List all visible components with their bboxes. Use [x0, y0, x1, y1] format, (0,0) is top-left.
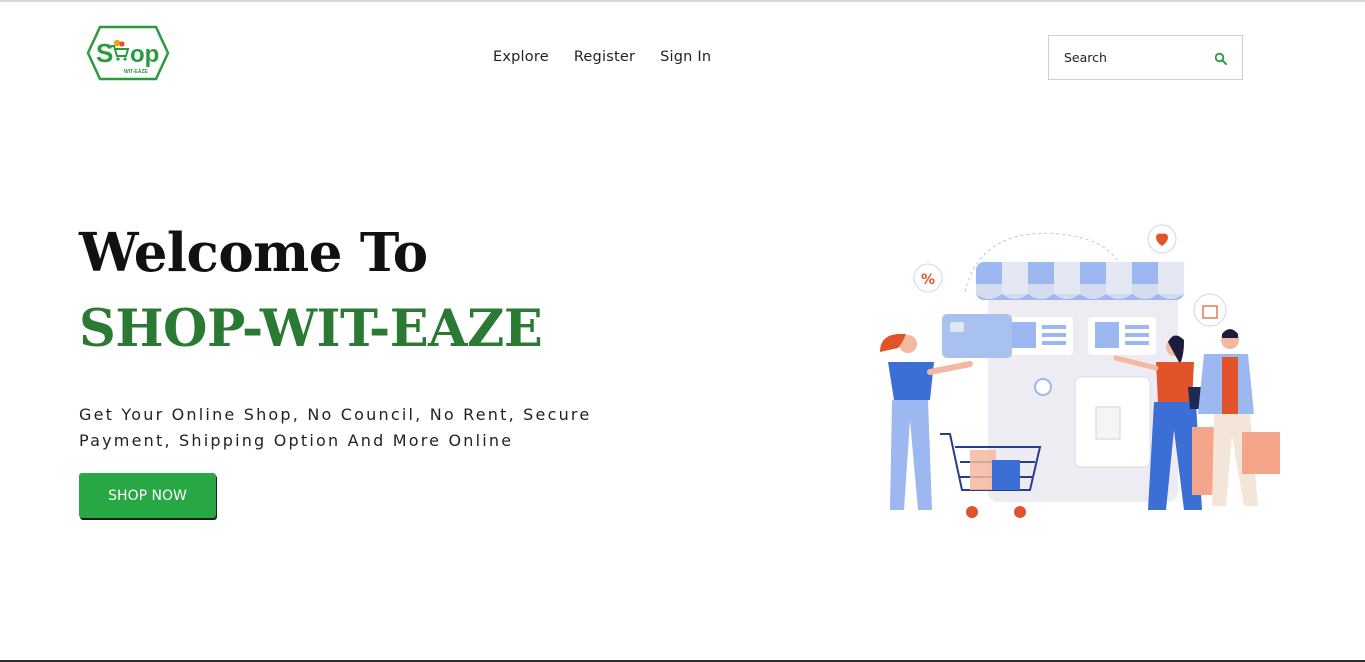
svg-text:S: S: [96, 38, 113, 68]
hero-heading: Welcome To: [79, 222, 428, 284]
nav-signin-link[interactable]: Sign In: [660, 49, 711, 65]
search-input[interactable]: [1064, 50, 1214, 65]
svg-text:op: op: [130, 41, 159, 68]
hero-brand-heading: SHOP-WIT-EAZE: [79, 299, 543, 359]
shop-logo[interactable]: S op WIT-EAZE: [86, 24, 170, 82]
top-border: [0, 0, 1365, 2]
shop-now-button[interactable]: SHOP NOW: [79, 473, 216, 518]
nav-register-link[interactable]: Register: [574, 49, 635, 65]
nav-explore-link[interactable]: Explore: [493, 49, 549, 65]
logo-graphic: S op WIT-EAZE: [86, 25, 170, 81]
search-box: [1048, 35, 1243, 80]
svg-text:WIT-EAZE: WIT-EAZE: [124, 69, 149, 75]
search-icon[interactable]: [1214, 51, 1228, 65]
shopping-illustration: %: [870, 222, 1290, 527]
svg-text:%: %: [921, 272, 935, 288]
hero-tagline: Get Your Online Shop, No Council, No Ren…: [79, 405, 592, 450]
main-nav: Explore Register Sign In: [493, 49, 711, 65]
